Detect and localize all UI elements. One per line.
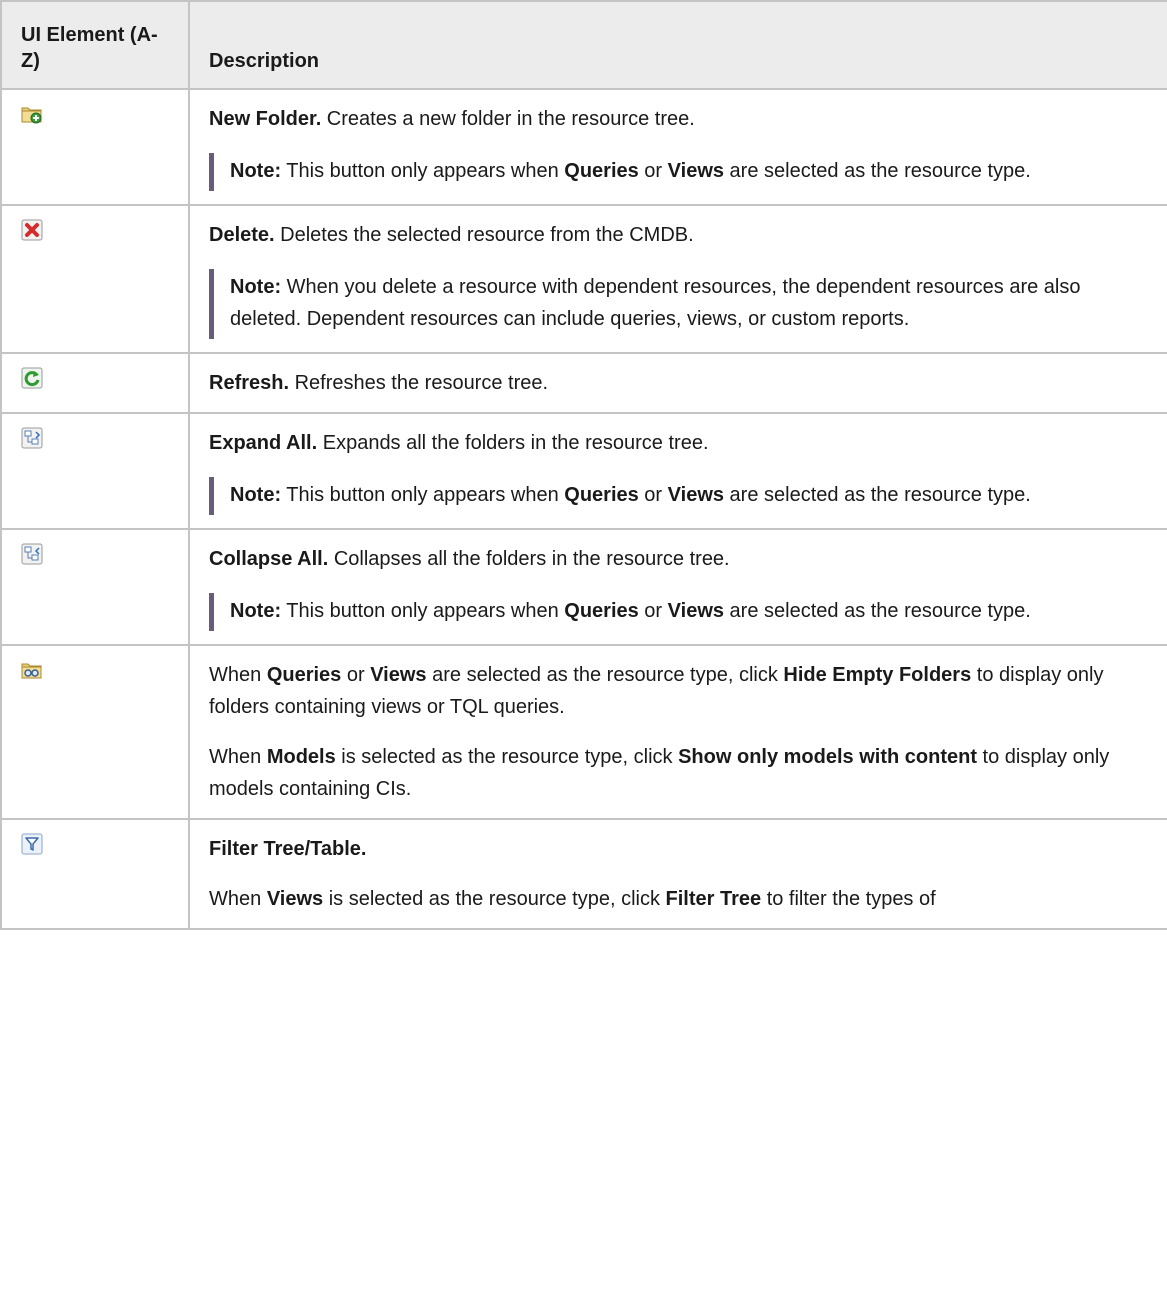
filter-icon[interactable] [21, 833, 43, 855]
icon-cell [0, 88, 190, 206]
description-cell: Refresh. Refreshes the resource tree. [188, 352, 1167, 414]
note-bold: Queries [564, 160, 639, 182]
expand-all-icon[interactable] [21, 427, 43, 449]
inline-bold: Queries [266, 664, 342, 686]
hide-empty-folders-icon[interactable] [21, 659, 43, 681]
table-row: New Folder. Creates a new folder in the … [0, 88, 1167, 206]
description-cell: Collapse All. Collapses all the folders … [188, 528, 1167, 646]
note-text: This button only appears when [281, 600, 565, 622]
description-text: Delete. Deletes the selected resource fr… [209, 219, 1152, 251]
note-text: or [638, 600, 668, 622]
ui-elements-table: UI Element (A-Z) Description New Folder.… [0, 0, 1167, 930]
element-title: New Folder. [209, 108, 322, 130]
note-bold: Queries [564, 484, 639, 506]
table-header-row: UI Element (A-Z) Description [0, 0, 1167, 90]
description-text: New Folder. Creates a new folder in the … [209, 103, 1152, 135]
icon-cell [0, 644, 190, 820]
delete-icon[interactable] [21, 219, 43, 241]
inline-bold: Show only models with content [678, 746, 977, 768]
note-label: Note: [230, 276, 282, 298]
description-cell: When Queries or Views are selected as th… [188, 644, 1167, 820]
description-body: When [209, 888, 267, 910]
table-row: Filter Tree/Table. When Views is selecte… [0, 818, 1167, 930]
note-label: Note: [230, 160, 282, 182]
description-cell: Expand All. Expands all the folders in t… [188, 412, 1167, 530]
description-text: Refresh. Refreshes the resource tree. [209, 367, 1152, 399]
element-title: Expand All. [209, 432, 318, 454]
note-label: Note: [230, 484, 282, 506]
description-text: When Models is selected as the resource … [209, 741, 1152, 805]
description-text: Expand All. Expands all the folders in t… [209, 427, 1152, 459]
description-text: Filter Tree/Table. [209, 833, 1152, 865]
icon-cell [0, 528, 190, 646]
description-body: is selected as the resource type, click [335, 746, 679, 768]
element-title: Refresh. [209, 372, 290, 394]
note-block: Note: This button only appears when Quer… [209, 593, 1152, 631]
icon-cell [0, 352, 190, 414]
new-folder-icon[interactable] [21, 103, 43, 125]
note-bold: Views [667, 600, 724, 622]
note-text: or [638, 160, 668, 182]
note-text: are selected as the resource type. [724, 484, 1031, 506]
note-text: are selected as the resource type. [724, 600, 1031, 622]
element-title: Delete. [209, 224, 275, 246]
note-block: Note: When you delete a resource with de… [209, 269, 1152, 339]
note-text: When you delete a resource with dependen… [230, 276, 1081, 330]
refresh-icon[interactable] [21, 367, 43, 389]
icon-cell [0, 818, 190, 930]
description-body: or [341, 664, 371, 686]
note-text: are selected as the resource type. [724, 160, 1031, 182]
table-row: Expand All. Expands all the folders in t… [0, 412, 1167, 530]
table-row: Delete. Deletes the selected resource fr… [0, 204, 1167, 354]
table-row: When Queries or Views are selected as th… [0, 644, 1167, 820]
icon-cell [0, 204, 190, 354]
description-text: Collapse All. Collapses all the folders … [209, 543, 1152, 575]
note-bold: Views [667, 484, 724, 506]
note-text: This button only appears when [281, 160, 565, 182]
note-bold: Views [667, 160, 724, 182]
inline-bold: Models [266, 746, 336, 768]
description-body: is selected as the resource type, click [323, 888, 666, 910]
inline-bold: Filter Tree [665, 888, 762, 910]
note-bold: Queries [564, 600, 639, 622]
description-cell: New Folder. Creates a new folder in the … [188, 88, 1167, 206]
element-title: Collapse All. [209, 548, 329, 570]
description-body: to filter the types of [761, 888, 936, 910]
description-text: When Queries or Views are selected as th… [209, 659, 1152, 723]
description-body: Deletes the selected resource from the C… [274, 224, 694, 246]
note-label: Note: [230, 600, 282, 622]
table-row: Refresh. Refreshes the resource tree. [0, 352, 1167, 414]
table-row: Collapse All. Collapses all the folders … [0, 528, 1167, 646]
note-text: This button only appears when [281, 484, 565, 506]
inline-bold: Hide Empty Folders [783, 664, 972, 686]
description-body: are selected as the resource type, click [426, 664, 784, 686]
description-body: When [209, 664, 267, 686]
element-title: Filter Tree/Table. [209, 838, 367, 860]
header-ui-element: UI Element (A-Z) [0, 0, 190, 90]
inline-bold: Views [370, 664, 427, 686]
description-cell: Delete. Deletes the selected resource fr… [188, 204, 1167, 354]
description-body: Creates a new folder in the resource tre… [321, 108, 695, 130]
description-body: Collapses all the folders in the resourc… [328, 548, 730, 570]
description-body: Expands all the folders in the resource … [317, 432, 709, 454]
note-block: Note: This button only appears when Quer… [209, 477, 1152, 515]
icon-cell [0, 412, 190, 530]
description-cell: Filter Tree/Table. When Views is selecte… [188, 818, 1167, 930]
note-block: Note: This button only appears when Quer… [209, 153, 1152, 191]
description-body: Refreshes the resource tree. [289, 372, 549, 394]
header-description: Description [188, 0, 1167, 90]
description-body: When [209, 746, 267, 768]
inline-bold: Views [266, 888, 324, 910]
description-text: When Views is selected as the resource t… [209, 883, 1152, 915]
collapse-all-icon[interactable] [21, 543, 43, 565]
note-text: or [638, 484, 668, 506]
